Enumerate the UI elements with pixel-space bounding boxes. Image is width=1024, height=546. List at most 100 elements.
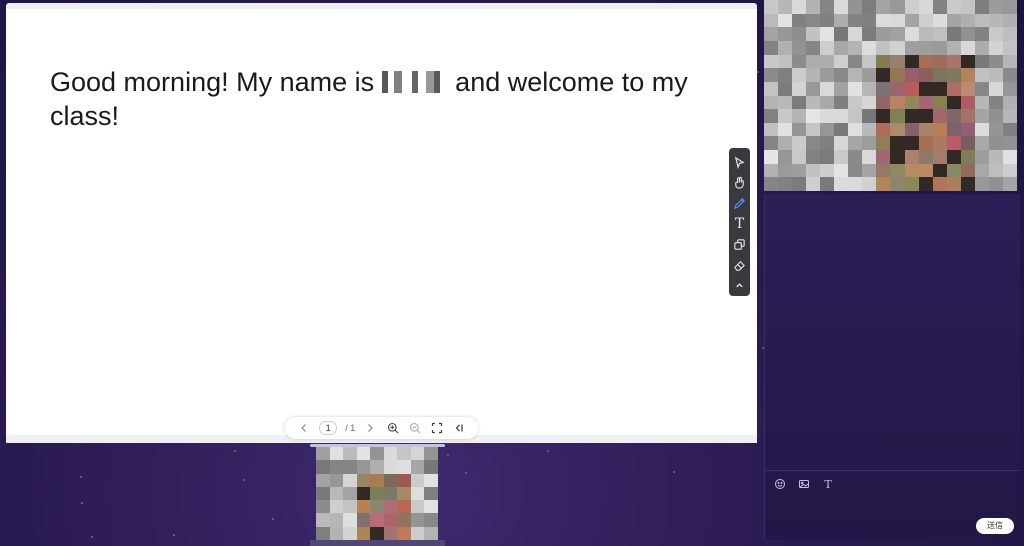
video-pixel: [1002, 27, 1017, 41]
video-pixel: [876, 68, 891, 82]
video-pixel: [974, 68, 989, 82]
video-pixel: [410, 473, 425, 487]
video-pixel: [778, 122, 793, 137]
video-pixel: [370, 500, 384, 514]
collapse-chevron-icon[interactable]: [729, 275, 750, 296]
next-page-icon[interactable]: [363, 421, 377, 435]
video-pixel: [904, 109, 919, 123]
video-pixel: [876, 27, 891, 41]
video-pixel: [1002, 136, 1017, 151]
video-pixel: [370, 526, 384, 540]
video-pixel: [946, 136, 961, 151]
star-dot: [173, 534, 175, 536]
video-pixel: [876, 109, 891, 123]
text-format-icon[interactable]: T: [821, 477, 835, 491]
video-pixel: [343, 513, 357, 527]
video-pixel: [960, 68, 975, 82]
chat-tools: T: [773, 477, 835, 491]
video-pixel: [820, 40, 835, 55]
video-pixel: [820, 0, 835, 14]
video-pixel: [383, 460, 398, 474]
video-pixel: [356, 526, 371, 540]
page-total: / 1: [345, 423, 356, 433]
video-pixel: [764, 163, 779, 178]
video-pixel: [806, 27, 821, 41]
video-pixel: [778, 150, 793, 164]
video-pixel: [410, 486, 425, 501]
image-icon[interactable]: [797, 477, 811, 491]
zoom-out-icon[interactable]: [408, 421, 422, 435]
hand-icon[interactable]: [729, 173, 750, 194]
text-tool-icon[interactable]: T: [729, 214, 750, 235]
collapse-panel-icon[interactable]: [452, 421, 466, 435]
video-pixel: [904, 163, 919, 178]
video-pixel: [397, 513, 411, 527]
video-pixel: [974, 40, 989, 55]
video-pixel: [890, 40, 905, 55]
video-pixel: [890, 95, 905, 110]
video-pixel: [778, 54, 793, 69]
video-pixel: [834, 40, 849, 55]
send-button[interactable]: 送信: [976, 518, 1014, 534]
video-pixel: [974, 81, 989, 96]
page-number-input[interactable]: 1: [319, 421, 338, 435]
prev-page-icon[interactable]: [297, 421, 311, 435]
star-dot: [673, 471, 675, 473]
video-pixel: [974, 177, 989, 191]
video-pixel: [1002, 95, 1017, 110]
video-pixel: [316, 447, 330, 461]
video-pixel: [960, 0, 975, 14]
whiteboard-canvas[interactable]: Good morning! My name is and welcome to …: [6, 3, 757, 443]
teacher-video-tile[interactable]: [764, 0, 1017, 191]
video-pixel: [848, 13, 863, 28]
student-video-tile[interactable]: [316, 447, 438, 540]
video-pixel: [834, 54, 849, 69]
pen-icon[interactable]: [729, 193, 750, 214]
video-pixel: [329, 473, 344, 487]
video-pixel: [820, 136, 835, 151]
video-pixel: [960, 177, 975, 191]
video-pixel: [848, 150, 863, 164]
video-pixel: [974, 27, 989, 41]
video-pixel: [890, 122, 905, 137]
video-pixel: [988, 81, 1003, 96]
video-pixel: [834, 150, 849, 164]
video-pixel: [918, 40, 933, 55]
video-pixel: [946, 109, 961, 123]
video-pixel: [806, 68, 821, 82]
video-pixel: [316, 526, 330, 540]
video-pixel: [904, 150, 919, 164]
video-pixel: [834, 68, 849, 82]
select-arrow-icon[interactable]: [729, 152, 750, 173]
video-pixel: [904, 81, 919, 96]
video-pixel: [988, 163, 1003, 178]
video-pixel: [890, 109, 905, 123]
video-pixel: [424, 513, 438, 527]
video-pixel: [974, 150, 989, 164]
emoji-icon[interactable]: [773, 477, 787, 491]
video-pixel: [988, 13, 1003, 28]
video-pixel: [820, 68, 835, 82]
video-pixel: [932, 177, 947, 191]
video-pixel: [918, 122, 933, 137]
chat-input-area[interactable]: T 送信: [765, 470, 1020, 540]
video-pixel: [356, 473, 371, 487]
video-pixel: [862, 40, 877, 55]
video-pixel: [862, 54, 877, 69]
video-pixel: [932, 150, 947, 164]
shapes-icon[interactable]: [729, 234, 750, 255]
star-dot: [272, 518, 274, 520]
video-pixel: [1002, 109, 1017, 123]
zoom-in-icon[interactable]: [386, 421, 400, 435]
video-pixel: [764, 177, 779, 191]
video-pixel: [370, 486, 384, 501]
video-pixel: [862, 68, 877, 82]
video-pixel: [834, 13, 849, 28]
video-pixel: [778, 27, 793, 41]
video-pixel: [778, 13, 793, 28]
fullscreen-icon[interactable]: [430, 421, 444, 435]
student-video-bottom-bar: [310, 540, 445, 546]
video-pixel: [932, 54, 947, 69]
video-pixel: [946, 40, 961, 55]
eraser-icon[interactable]: [729, 255, 750, 276]
